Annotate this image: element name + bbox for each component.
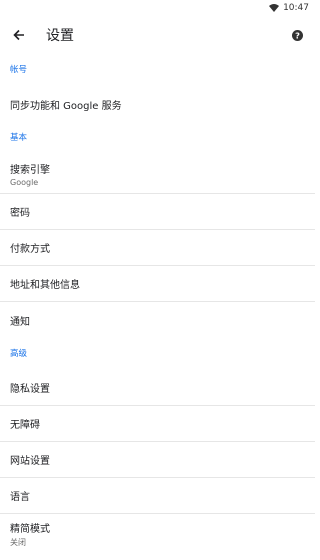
settings-item-privacy[interactable]: 隐私设置 [0, 370, 315, 406]
item-label: 通知 [10, 316, 30, 328]
item-label: 网站设置 [10, 456, 50, 467]
help-button[interactable]: ? [289, 27, 305, 43]
item-label: 密码 [10, 208, 30, 219]
item-label: 搜索引擎 [10, 164, 50, 176]
settings-item-notifications[interactable]: 通知 [0, 302, 315, 338]
section-header-basic: 基本 [10, 133, 28, 143]
arrow-left-icon [13, 29, 24, 41]
settings-item-accessibility[interactable]: 无障碍 [0, 406, 315, 442]
item-label: 地址和其他信息 [10, 280, 80, 291]
item-label: 同步功能和 Google 服务 [10, 100, 122, 112]
status-time: 10:47 [283, 3, 309, 13]
item-label: 语言 [10, 492, 30, 503]
help-icon: ? [291, 29, 303, 41]
settings-item-lite-mode[interactable]: 精简模式 关闭 [0, 514, 315, 554]
settings-item-search-engine[interactable]: 搜索引擎 Google [0, 154, 315, 194]
item-label: 隐私设置 [10, 384, 50, 395]
section-header-account: 帐号 [10, 65, 28, 75]
settings-item-addresses[interactable]: 地址和其他信息 [0, 266, 315, 302]
item-label: 无障碍 [10, 420, 40, 431]
wifi-icon [269, 4, 280, 12]
app-toolbar: 设置 ? [0, 16, 315, 54]
settings-item-sync[interactable]: 同步功能和 Google 服务 [0, 86, 315, 122]
page-title: 设置 [46, 28, 74, 44]
item-sublabel: Google [10, 177, 39, 187]
item-label: 付款方式 [10, 244, 50, 255]
back-button[interactable] [9, 25, 29, 45]
settings-item-language[interactable]: 语言 [0, 478, 315, 514]
svg-text:?: ? [295, 30, 300, 40]
settings-list: 帐号 同步功能和 Google 服务 基本 搜索引擎 Google 密码 付款方… [0, 54, 315, 554]
section-header-advanced: 高级 [10, 349, 28, 359]
item-sublabel: 关闭 [10, 538, 26, 547]
item-label: 精简模式 [10, 524, 50, 535]
status-bar: 10:47 [0, 0, 315, 16]
settings-item-site-settings[interactable]: 网站设置 [0, 442, 315, 478]
settings-item-passwords[interactable]: 密码 [0, 194, 315, 230]
settings-item-payment-methods[interactable]: 付款方式 [0, 230, 315, 266]
